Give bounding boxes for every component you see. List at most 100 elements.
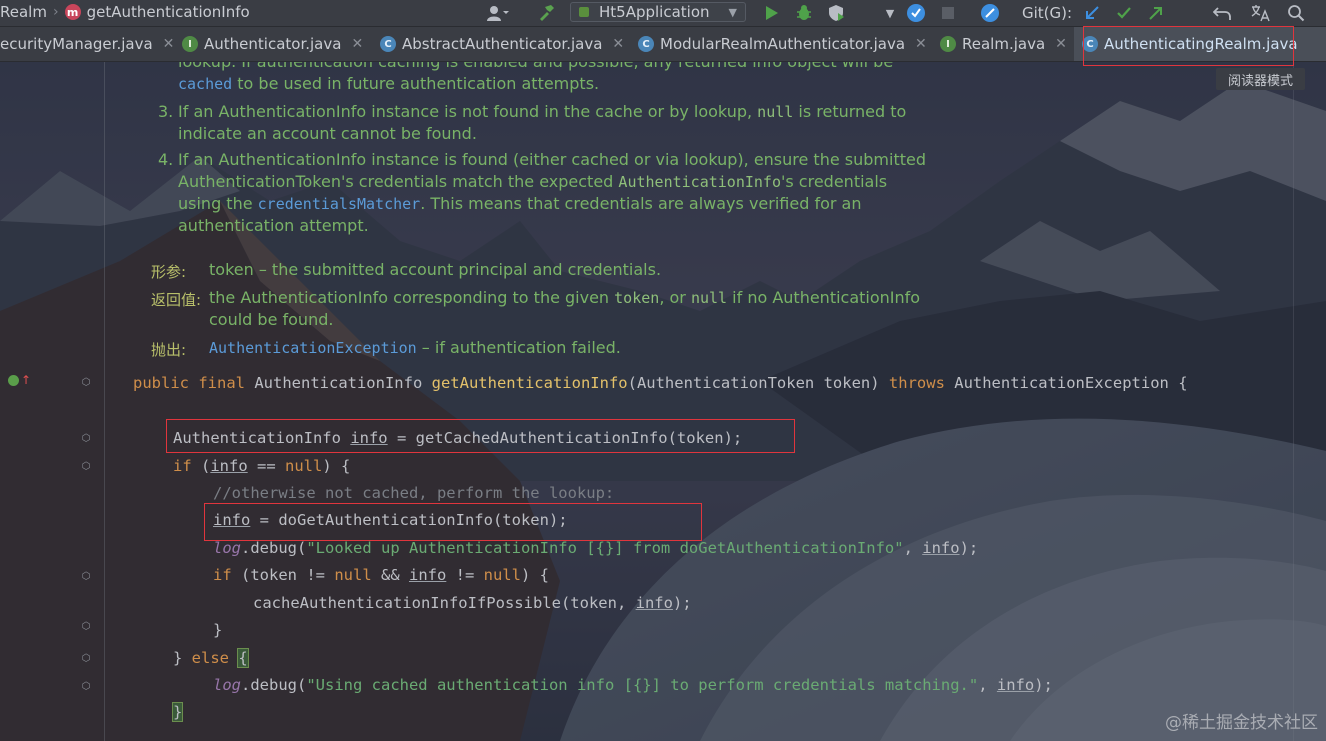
matched-brace: }	[171, 702, 184, 722]
code-text: ) {	[322, 457, 351, 475]
navigation-bar: Realm › m getAuthenticationInfo Ht5Appli…	[0, 0, 1326, 27]
fold-toggle-icon[interactable]: ⬡	[80, 461, 92, 473]
keyword: if	[213, 566, 232, 584]
javadoc-code[interactable]: cached	[178, 75, 232, 93]
code-line-log-looked-up[interactable]: log.debug("Looked up AuthenticationInfo …	[213, 538, 978, 558]
stop-icon[interactable]	[938, 0, 958, 26]
close-icon[interactable]: ✕	[612, 36, 624, 52]
debug-bug-icon[interactable]	[792, 0, 816, 26]
implements-icon	[8, 374, 19, 386]
class-icon: C	[380, 36, 396, 52]
close-icon[interactable]: ✕	[1055, 36, 1067, 52]
override-implements-gutter-icon[interactable]: ↑	[8, 373, 31, 387]
javadoc-item-4: 4. If an AuthenticationInfo instance is f…	[158, 149, 938, 237]
fold-toggle-icon[interactable]: ⬡	[80, 621, 92, 633]
code-line-do-get[interactable]: info = doGetAuthenticationInfo(token);	[213, 510, 568, 530]
tab-realm[interactable]: I Realm.java ✕	[940, 27, 1067, 61]
code-text: ,	[903, 539, 923, 557]
coverage-shield-icon[interactable]	[824, 0, 848, 26]
variable: info	[635, 594, 673, 612]
list-number: 3.	[158, 102, 174, 121]
fold-toggle-icon[interactable]: ⬡	[80, 433, 92, 445]
tab-abstract-authenticator[interactable]: C AbstractAuthenticator.java ✕	[380, 27, 624, 61]
code-line-final-brace[interactable]: }	[171, 702, 184, 722]
interface-icon: I	[940, 36, 956, 52]
close-icon[interactable]: ✕	[915, 36, 927, 52]
class-icon: C	[1082, 36, 1098, 52]
undo-icon[interactable]	[1210, 0, 1234, 26]
run-icon[interactable]	[760, 0, 784, 26]
build-hammer-icon[interactable]	[534, 0, 558, 26]
translate-icon[interactable]	[1248, 0, 1272, 26]
code-text: ==	[247, 457, 285, 475]
javadoc-text: authentication attempt.	[178, 216, 369, 235]
variable: info	[996, 676, 1035, 694]
throws-tag: 抛出:	[151, 341, 187, 359]
code-line-signature[interactable]: public final AuthenticationInfo getAuthe…	[133, 373, 1188, 393]
return-tag: 返回值:	[151, 291, 202, 309]
throws-description: AuthenticationException – if authenticat…	[209, 337, 621, 359]
run-configuration-select[interactable]: Ht5Application ▼	[570, 2, 746, 22]
class-icon: C	[638, 36, 654, 52]
breadcrumb-method[interactable]: getAuthenticationInfo	[87, 3, 250, 21]
javadoc-text: is returned to	[793, 102, 907, 121]
fold-toggle-icon[interactable]: ⬡	[80, 571, 92, 583]
javadoc-text: AuthenticationToken's credentials match …	[178, 172, 619, 191]
code-line-get-cached[interactable]: AuthenticationInfo info = getCachedAuthe…	[173, 428, 742, 448]
close-icon[interactable]: ✕	[163, 36, 175, 52]
git-push-arrow-icon[interactable]	[1144, 0, 1168, 26]
watermark: @稀土掘金技术社区	[1165, 713, 1318, 733]
tab-authenticating-realm[interactable]: C AuthenticatingRealm.java	[1074, 27, 1326, 61]
type-name: AuthenticationInfo	[254, 374, 432, 392]
git-update-arrow-icon[interactable]	[1080, 0, 1104, 26]
code-line-if-token[interactable]: if (token != null && info != null) {	[213, 565, 549, 585]
variable: info	[350, 429, 388, 447]
string-literal: "Looked up AuthenticationInfo [{}] from …	[306, 539, 904, 557]
keyword: null	[334, 566, 372, 584]
reader-mode-button[interactable]: 阅读器模式	[1216, 68, 1306, 90]
javadoc-text: the AuthenticationInfo corresponding to …	[209, 288, 615, 307]
matched-brace: {	[237, 648, 249, 668]
close-icon[interactable]: ✕	[351, 36, 363, 52]
code-line-close-brace[interactable]: }	[213, 620, 222, 640]
code-text: .debug(	[241, 676, 307, 694]
tab-modular-realm-authenticator[interactable]: C ModularRealmAuthenticator.java ✕	[638, 27, 927, 61]
update-running-app-icon[interactable]	[904, 0, 928, 26]
more-run-options-chevron-icon[interactable]: ▼	[880, 0, 900, 26]
fold-toggle-icon[interactable]: ⬡	[80, 653, 92, 665]
javadoc-link[interactable]: credentialsMatcher	[258, 195, 421, 213]
right-margin-guide	[1293, 61, 1294, 741]
keyword: else	[191, 649, 229, 667]
user-icon[interactable]	[480, 0, 516, 26]
code-line-comment[interactable]: //otherwise not cached, perform the look…	[213, 483, 614, 503]
breadcrumb: Realm › m getAuthenticationInfo	[0, 3, 250, 21]
keyword: public final	[133, 374, 255, 392]
code-line-cache-if-possible[interactable]: cacheAuthenticationInfoIfPossible(token,…	[253, 593, 692, 613]
interface-icon: I	[182, 36, 198, 52]
fold-toggle-icon[interactable]: ⬡	[80, 681, 92, 693]
code-text: );	[1034, 676, 1053, 694]
code-text: );	[959, 539, 979, 557]
fold-toggle-icon[interactable]: ⬡	[80, 377, 92, 389]
git-commit-check-icon[interactable]	[1112, 0, 1136, 26]
javadoc-link[interactable]: AuthenticationException	[209, 339, 417, 357]
code-editor[interactable]: lookup. If authentication caching is ena…	[0, 52, 1326, 741]
breadcrumb-realm[interactable]: Realm	[0, 3, 47, 21]
code-line-if-null[interactable]: if (info == null) {	[173, 456, 350, 476]
code-text: ) {	[520, 566, 549, 584]
param-description: token – the submitted account principal …	[209, 260, 662, 279]
tab-security-manager[interactable]: ecurityManager.java ✕	[0, 27, 174, 61]
tab-label: Realm.java	[962, 35, 1046, 53]
code-text: );	[672, 594, 692, 612]
search-everywhere-icon[interactable]	[978, 0, 1002, 26]
javadoc-text: to be used in future authentication atte…	[232, 74, 600, 93]
code-line-log-using-cached[interactable]: log.debug("Using cached authentication i…	[213, 675, 1053, 695]
search-icon[interactable]	[1284, 0, 1308, 26]
tab-label: AuthenticatingRealm.java	[1104, 35, 1298, 53]
code-text: (	[191, 457, 211, 475]
code-line-else[interactable]: } else {	[173, 648, 249, 668]
method-name: getAuthenticationInfo	[431, 374, 628, 392]
tab-authenticator[interactable]: I Authenticator.java ✕	[182, 27, 363, 61]
param-tag: 形参:	[151, 263, 187, 281]
parameters: (AuthenticationToken token)	[627, 374, 889, 392]
